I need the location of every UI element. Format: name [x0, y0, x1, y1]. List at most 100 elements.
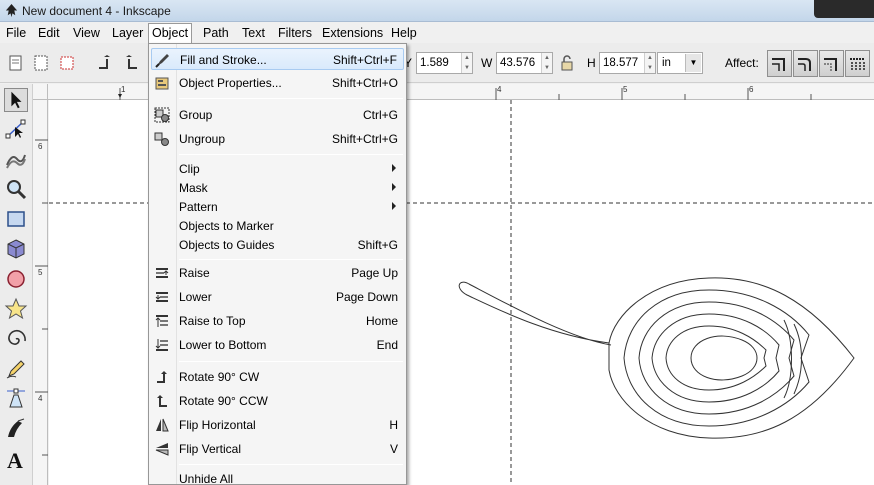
lock-icon[interactable]: [557, 53, 577, 73]
menu-item-shortcut: Shift+Ctrl+O: [331, 76, 398, 90]
menu-item-label: Flip Horizontal: [179, 418, 256, 432]
raise-to-top-icon: [155, 315, 168, 327]
menu-item-flip-horizontal[interactable]: Flip Horizontal H: [151, 414, 404, 436]
menu-item-rotate-ccw[interactable]: Rotate 90° CCW: [151, 390, 404, 412]
menu-item-shortcut: Page Down: [335, 290, 398, 304]
group-icon: [154, 107, 170, 123]
w-spin-arrows-icon[interactable]: ▲ ▼: [541, 53, 552, 73]
menu-item-raise[interactable]: Raise Page Up: [151, 262, 404, 284]
window-title: New document 4 - Inkscape: [22, 4, 171, 18]
menu-item-shortcut: Page Up: [351, 266, 398, 280]
node-tool-icon[interactable]: [4, 117, 28, 141]
menu-item-fill-and-stroke[interactable]: Fill and Stroke... Shift+Ctrl+F: [151, 48, 404, 70]
menu-item-shortcut: H: [389, 418, 398, 432]
menu-item-shortcut: Shift+Ctrl+F: [332, 53, 397, 67]
menu-item-shortcut: V: [389, 442, 398, 456]
lower-to-bottom-icon: [155, 339, 168, 351]
y-value: 1.589: [420, 57, 449, 69]
menu-item-objects-to-guides[interactable]: Objects to Guides Shift+G: [151, 234, 404, 256]
menu-item-shortcut: Ctrl+G: [362, 108, 398, 122]
transform-patterns-icon: [850, 58, 865, 71]
zoom-tool-icon[interactable]: [4, 177, 28, 201]
svg-text:A: A: [7, 448, 23, 471]
h-spin-arrows-icon[interactable]: ▲ ▼: [644, 53, 655, 73]
menu-item-ungroup[interactable]: Ungroup Shift+Ctrl+G: [151, 128, 404, 150]
menu-view[interactable]: View: [70, 24, 103, 42]
transform-gradients-icon: [824, 58, 837, 71]
rotate-90-ccw-icon[interactable]: [95, 53, 115, 73]
pencil-tool-icon[interactable]: [4, 357, 28, 381]
3d-box-tool-icon[interactable]: [4, 237, 28, 261]
menu-item-label: Clip: [179, 162, 200, 176]
scale-stroke-icon: [772, 58, 785, 71]
menu-item-unhide-all[interactable]: Unhide All: [151, 468, 404, 485]
tweak-tool-icon[interactable]: [4, 147, 28, 171]
rotate-90-cw-icon[interactable]: [121, 53, 141, 73]
lower-icon: [155, 292, 168, 302]
menu-item-label: Objects to Guides: [179, 238, 275, 252]
leaf-drawing[interactable]: [458, 277, 855, 439]
menu-path[interactable]: Path: [200, 24, 232, 42]
unit-value: in: [662, 57, 671, 69]
menu-item-shortcut: Shift+G: [357, 238, 398, 252]
menu-item-label: Objects to Marker: [179, 219, 274, 233]
star-tool-icon[interactable]: [4, 297, 28, 321]
ellipse-tool-icon[interactable]: [4, 267, 28, 291]
menu-item-label: Object Properties...: [179, 76, 282, 90]
raise-icon: [156, 268, 169, 278]
menu-item-label: Flip Vertical: [179, 442, 242, 456]
menu-extensions[interactable]: Extensions: [319, 24, 386, 42]
menu-bar: File Edit View Layer Object Path Text Fi…: [0, 22, 874, 44]
submenu-arrow-icon: [392, 183, 396, 191]
menu-item-label: Pattern: [179, 200, 218, 214]
tool-controls-bar: Y 1.589 ▲ ▼ W 43.576 ▲ ▼ H 18.577 ▲ ▼ in ▼ …: [0, 43, 874, 83]
fill-stroke-icon: [155, 54, 169, 68]
text-tool-icon[interactable]: A: [4, 447, 28, 471]
menu-item-lower-to-bottom[interactable]: Lower to Bottom End: [151, 334, 404, 356]
y-spin-input[interactable]: 1.589 ▲ ▼: [416, 52, 473, 74]
transform-gradients-button[interactable]: [819, 50, 844, 77]
menu-item-rotate-cw[interactable]: Rotate 90° CW: [151, 366, 404, 388]
vertical-ruler[interactable]: 6 5 4: [33, 100, 48, 485]
spiral-tool-icon[interactable]: [4, 327, 28, 351]
unit-select[interactable]: in ▼: [657, 52, 703, 74]
menu-filters[interactable]: Filters: [275, 24, 315, 42]
v-ruler-ticks: [35, 139, 48, 456]
menu-item-raise-to-top[interactable]: Raise to Top Home: [151, 310, 404, 332]
rectangle-tool-icon[interactable]: [4, 207, 28, 231]
select-all-layers-icon[interactable]: [31, 53, 51, 73]
menu-text[interactable]: Text: [239, 24, 268, 42]
calligraphy-tool-icon[interactable]: [4, 417, 28, 441]
menu-item-shortcut: End: [376, 338, 398, 352]
menu-item-group[interactable]: Group Ctrl+G: [151, 104, 404, 126]
rotate-ccw-icon: [157, 395, 167, 407]
pen-tool-icon[interactable]: [4, 387, 28, 411]
menu-edit[interactable]: Edit: [35, 24, 63, 42]
menu-layer[interactable]: Layer: [109, 24, 146, 42]
scale-stroke-button[interactable]: [767, 50, 792, 77]
deselect-icon[interactable]: [57, 53, 77, 73]
menu-item-lower[interactable]: Lower Page Down: [151, 286, 404, 308]
menu-separator: [179, 98, 403, 99]
menu-file[interactable]: File: [3, 24, 29, 42]
h-spin-input[interactable]: 18.577 ▲ ▼: [599, 52, 656, 74]
inkscape-logo-icon: [5, 3, 18, 18]
object-properties-icon: [155, 77, 169, 90]
h-field-label: H: [587, 56, 596, 70]
window-controls[interactable]: [814, 0, 874, 18]
menu-help[interactable]: Help: [388, 24, 420, 42]
menu-item-shortcut: Shift+Ctrl+G: [331, 132, 398, 146]
scale-corners-button[interactable]: [793, 50, 818, 77]
menu-object[interactable]: Object: [148, 23, 193, 44]
h-value: 18.577: [603, 57, 639, 69]
menu-item-label: Group: [179, 108, 213, 122]
w-spin-input[interactable]: 43.576 ▲ ▼: [496, 52, 553, 74]
menu-item-label: Lower: [179, 290, 212, 304]
menu-item-object-properties[interactable]: Object Properties... Shift+Ctrl+O: [151, 72, 404, 94]
select-all-icon[interactable]: [6, 53, 26, 73]
y-spin-arrows-icon[interactable]: ▲ ▼: [461, 53, 472, 73]
transform-patterns-button[interactable]: [845, 50, 870, 77]
menu-separator: [179, 259, 403, 260]
menu-item-flip-vertical[interactable]: Flip Vertical V: [151, 438, 404, 460]
selector-tool-icon[interactable]: [4, 88, 28, 112]
